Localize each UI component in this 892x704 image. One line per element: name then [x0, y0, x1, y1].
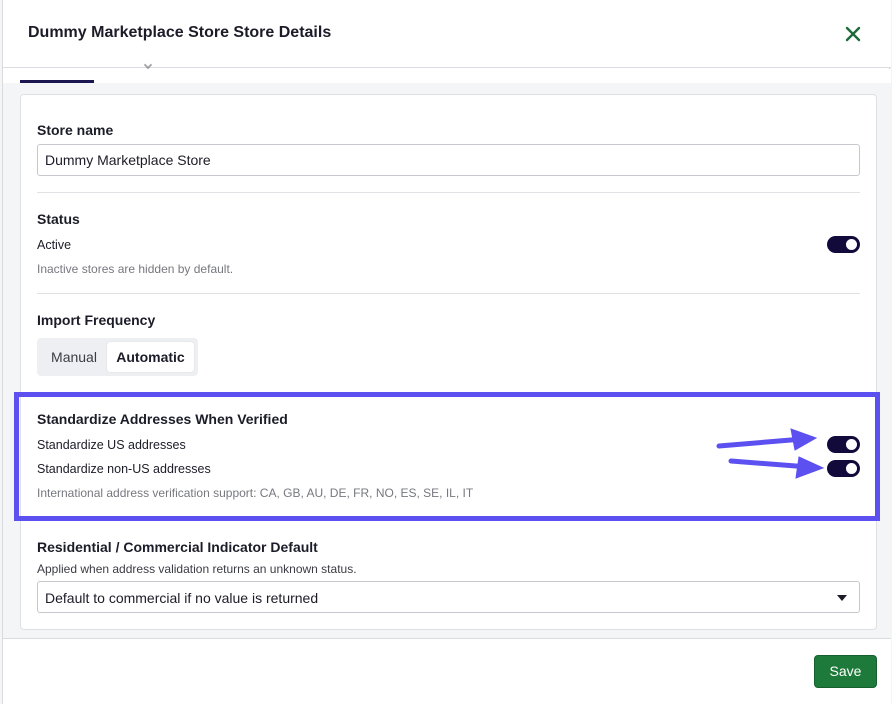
divider: [37, 293, 860, 294]
standardize-us-toggle[interactable]: [827, 436, 860, 453]
status-heading: Status: [37, 211, 80, 227]
residential-hint: Applied when address validation returns …: [37, 562, 357, 576]
active-label: Active: [37, 238, 72, 252]
import-frequency-manual-option[interactable]: Manual: [41, 342, 107, 372]
chevron-down-icon: [837, 595, 847, 601]
close-icon[interactable]: [841, 22, 865, 46]
standardize-non-us-toggle[interactable]: [827, 460, 860, 477]
modal-header: Dummy Marketplace Store Store Details: [3, 0, 891, 68]
status-hint: Inactive stores are hidden by default.: [37, 262, 234, 276]
store-details-modal: Dummy Marketplace Store Store Details St…: [2, 0, 891, 704]
standardize-heading: Standardize Addresses When Verified: [37, 411, 288, 427]
store-name-label: Store name: [37, 122, 114, 138]
import-frequency-heading: Import Frequency: [37, 312, 156, 328]
modal-title: Dummy Marketplace Store Store Details: [28, 24, 332, 41]
standardize-hint: International address verification suppo…: [37, 486, 474, 500]
residential-commercial-select[interactable]: Default to commercial if no value is ret…: [37, 581, 860, 613]
import-frequency-segmented-control: Manual Automatic: [37, 338, 198, 376]
tab-bar: [3, 69, 891, 83]
active-toggle[interactable]: [827, 236, 860, 253]
divider: [37, 192, 860, 193]
standardize-non-us-label: Standardize non-US addresses: [37, 462, 211, 476]
residential-heading: Residential / Commercial Indicator Defau…: [37, 539, 318, 555]
modal-footer: Save: [3, 638, 891, 704]
import-frequency-automatic-option[interactable]: Automatic: [107, 342, 194, 372]
select-value: Default to commercial if no value is ret…: [45, 590, 319, 606]
standardize-us-label: Standardize US addresses: [37, 438, 186, 452]
save-button[interactable]: Save: [814, 655, 877, 688]
store-name-input[interactable]: [37, 144, 860, 176]
